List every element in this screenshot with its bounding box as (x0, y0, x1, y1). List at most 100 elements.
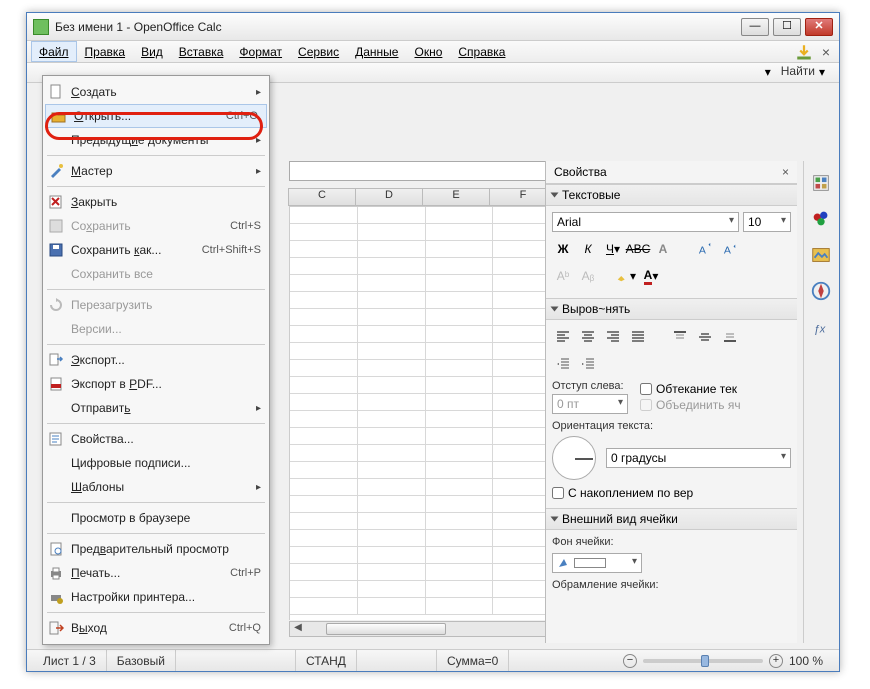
align-left-button[interactable] (552, 326, 574, 348)
menu-item-templates[interactable]: Шаблоны▸ (43, 475, 269, 499)
font-color-button[interactable]: A ▾ (640, 265, 662, 287)
menu-tools[interactable]: Сервис (290, 41, 347, 62)
bg-color-select[interactable] (552, 553, 642, 573)
menu-item-printer-settings[interactable]: Настройки принтера... (43, 585, 269, 609)
indent-dec-button[interactable] (552, 353, 574, 375)
menu-view[interactable]: Вид (133, 41, 171, 62)
stack-checkbox[interactable] (552, 487, 564, 499)
col-header[interactable]: D (355, 188, 423, 206)
valign-middle-button[interactable] (694, 326, 716, 348)
menu-item-close[interactable]: Закрыть (43, 190, 269, 214)
navigator-tab-icon[interactable] (807, 277, 835, 305)
menu-item-wizard[interactable]: Мастер▸ (43, 159, 269, 183)
panel-close-icon[interactable]: × (782, 165, 789, 179)
menu-window[interactable]: Окно (406, 41, 450, 62)
menu-item-reload: Перезагрузить (43, 293, 269, 317)
valign-bottom-button[interactable] (719, 326, 741, 348)
zoom-slider[interactable] (643, 659, 763, 663)
status-sheet[interactable]: Лист 1 / 3 (33, 650, 107, 671)
border-label: Обрамление ячейки: (552, 579, 791, 591)
menu-data[interactable]: Данные (347, 41, 406, 62)
menu-item-export[interactable]: Экспорт... (43, 348, 269, 372)
align-justify-button[interactable] (627, 326, 649, 348)
menu-item-open[interactable]: Открыть...Ctrl+O (45, 104, 267, 128)
menu-item-print-preview[interactable]: Предварительный просмотр (43, 537, 269, 561)
shrink-font-button[interactable]: A (719, 238, 741, 260)
col-header[interactable]: C (288, 188, 356, 206)
menu-item-new[interactable]: ССоздатьоздать▸ (43, 80, 269, 104)
font-select[interactable]: Arial (552, 212, 739, 232)
superscript-button[interactable]: Aᵇ (552, 265, 574, 287)
zoom-out-button[interactable]: − (623, 654, 637, 668)
maximize-button[interactable]: ☐ (773, 18, 801, 36)
menu-file[interactable]: Файл (31, 41, 77, 62)
col-header[interactable]: E (422, 188, 490, 206)
indent-inc-button[interactable] (577, 353, 599, 375)
menu-item-properties[interactable]: Свойства... (43, 427, 269, 451)
zoom-value[interactable]: 100 % (789, 654, 823, 668)
doc-close-icon[interactable]: × (819, 45, 833, 59)
orientation-dial[interactable] (552, 436, 596, 480)
svg-text:A: A (699, 244, 706, 256)
formula-bar (289, 158, 557, 184)
save-icon (48, 218, 64, 234)
underline-button[interactable]: Ч ▾ (602, 238, 624, 260)
chevron-down-icon[interactable]: ▾ (765, 65, 777, 77)
menu-item-print[interactable]: Печать...Ctrl+P (43, 561, 269, 585)
minimize-button[interactable]: — (741, 18, 769, 36)
status-style[interactable]: Базовый (107, 650, 176, 671)
section-text[interactable]: Текстовые (546, 184, 797, 206)
highlight-button[interactable]: ▾ (615, 265, 637, 287)
menu-item-signatures[interactable]: Цифровые подписи... (43, 451, 269, 475)
menu-help[interactable]: Справка (450, 41, 513, 62)
subscript-button[interactable]: Aᵦ (577, 265, 599, 287)
menu-item-recent[interactable]: Предыдущие документы▸ (43, 128, 269, 152)
italic-button[interactable]: К (577, 238, 599, 260)
export-icon (48, 352, 64, 368)
orient-select[interactable]: 0 градусы (606, 448, 791, 468)
styles-tab-icon[interactable] (807, 205, 835, 233)
gallery-tab-icon[interactable] (807, 241, 835, 269)
section-cell[interactable]: Внешний вид ячейки (546, 508, 797, 530)
panel-title-label: Свойства (554, 165, 607, 179)
download-icon[interactable] (795, 43, 813, 61)
section-align[interactable]: Выров~нять (546, 298, 797, 320)
scroll-thumb[interactable] (326, 623, 446, 635)
file-menu-dropdown: ССоздатьоздать▸ Открыть...Ctrl+O Предыду… (42, 75, 270, 645)
sidebar-tabs: ƒx (803, 161, 837, 643)
bold-button[interactable]: Ж (552, 238, 574, 260)
spreadsheet-grid[interactable] (289, 206, 561, 620)
horizontal-scrollbar[interactable]: ◀ ▶ (289, 621, 561, 637)
properties-panel: Свойства × Текстовые Arial 10 Ж К Ч ▾ AB… (545, 161, 797, 643)
align-center-button[interactable] (577, 326, 599, 348)
grow-font-button[interactable]: A (694, 238, 716, 260)
formula-input[interactable] (289, 161, 557, 181)
menu-item-exit[interactable]: ВыходCtrl+Q (43, 616, 269, 640)
chevron-down-icon[interactable]: ▾ (819, 65, 831, 77)
new-icon (48, 84, 64, 100)
menu-item-export-pdf[interactable]: Экспорт в PDF... (43, 372, 269, 396)
align-right-button[interactable] (602, 326, 624, 348)
wrap-checkbox[interactable] (640, 383, 652, 395)
menu-item-save-as[interactable]: Сохранить как...Ctrl+Shift+S (43, 238, 269, 262)
find-label[interactable]: Найти (781, 64, 815, 78)
functions-tab-icon[interactable]: ƒx (807, 313, 835, 341)
menu-format[interactable]: Формат (231, 41, 290, 62)
indent-input[interactable]: 0 пт (552, 394, 628, 414)
zoom-in-button[interactable]: + (769, 654, 783, 668)
window-title: Без имени 1 - OpenOffice Calc (55, 20, 741, 34)
valign-top-button[interactable] (669, 326, 691, 348)
strike-button[interactable]: ABC (627, 238, 649, 260)
scroll-left-icon[interactable]: ◀ (290, 622, 306, 636)
close-button[interactable]: ✕ (805, 18, 833, 36)
menu-insert[interactable]: Вставка (171, 41, 232, 62)
titlebar: Без имени 1 - OpenOffice Calc — ☐ ✕ (27, 13, 839, 41)
font-size-select[interactable]: 10 (743, 212, 791, 232)
orient-label: Ориентация текста: (552, 420, 791, 432)
menu-item-send[interactable]: Отправить▸ (43, 396, 269, 420)
shadow-button[interactable]: A (652, 238, 674, 260)
properties-tab-icon[interactable] (807, 169, 835, 197)
menu-item-browser-preview[interactable]: Просмотр в браузере (43, 506, 269, 530)
status-mode[interactable]: СТАНД (296, 650, 357, 671)
menu-edit[interactable]: Правка (77, 41, 134, 62)
